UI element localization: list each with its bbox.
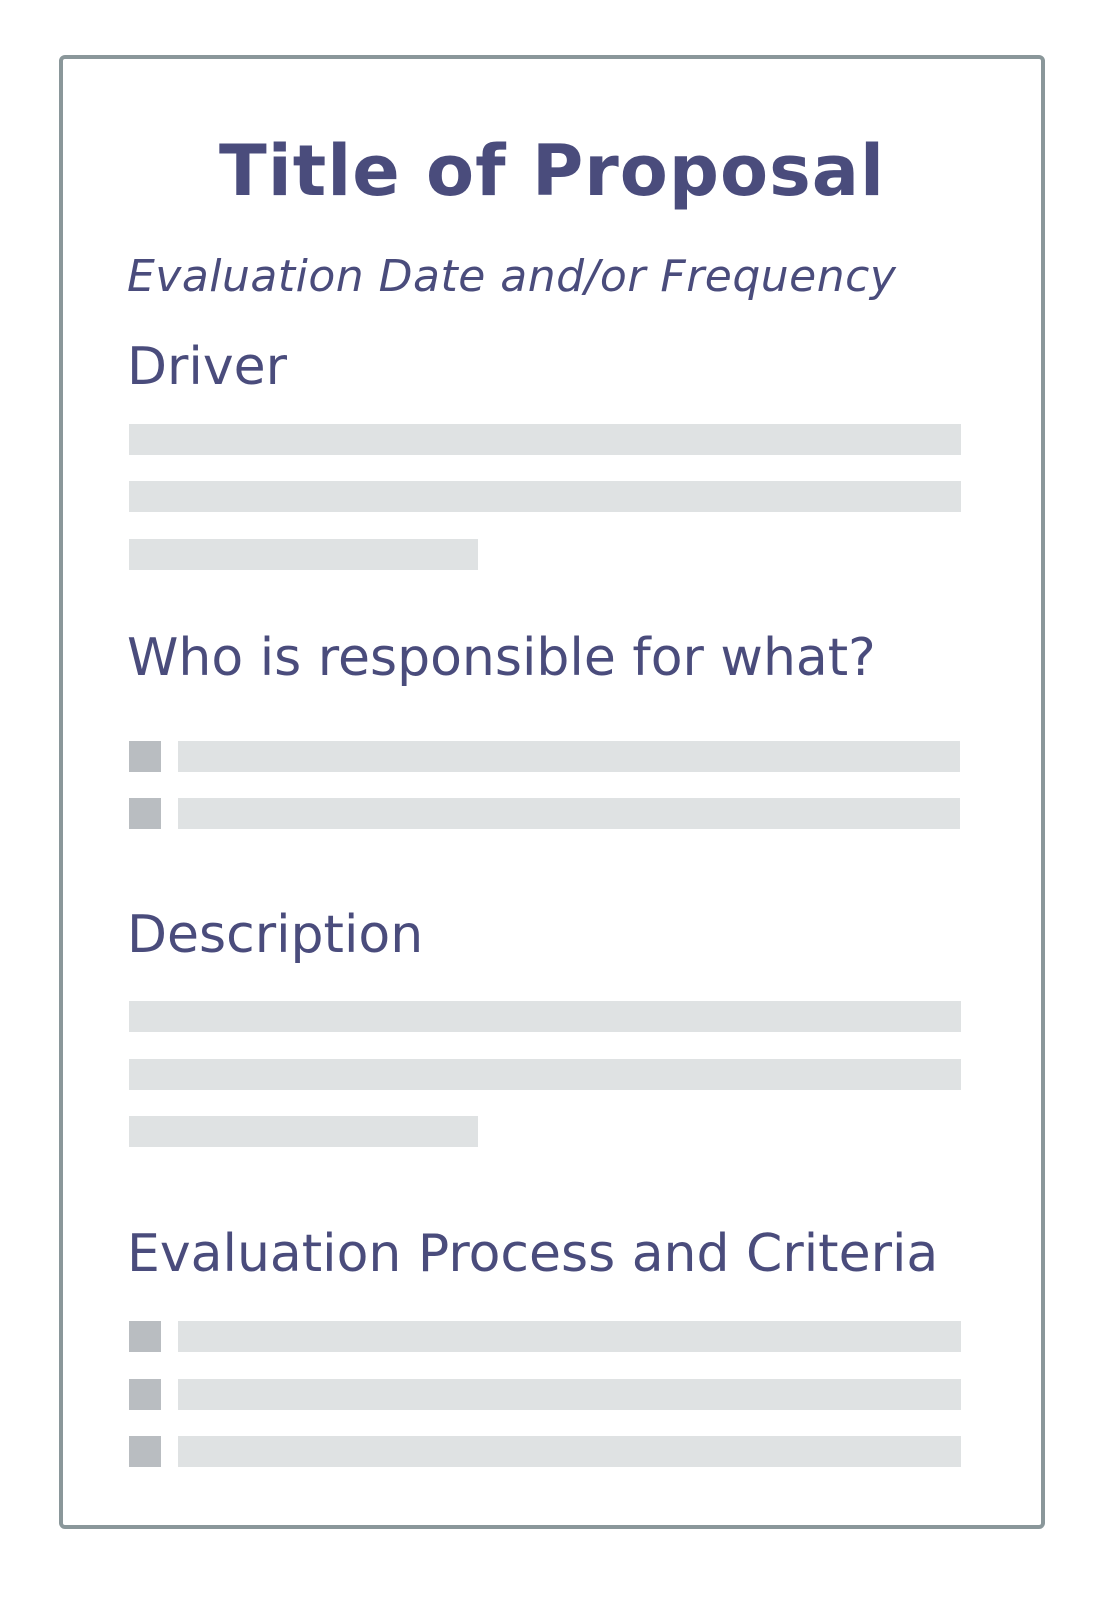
bullet-marker xyxy=(129,798,161,829)
placeholder-text-line xyxy=(129,1059,961,1090)
placeholder-list-line xyxy=(178,741,960,772)
placeholder-list-line xyxy=(178,1379,961,1410)
bullet-marker xyxy=(129,1321,161,1352)
section-heading-responsibilities: Who is responsible for what? xyxy=(127,628,876,688)
placeholder-text-line xyxy=(129,424,961,455)
evaluation-date-subtitle: Evaluation Date and/or Frequency xyxy=(127,251,897,302)
placeholder-text-line xyxy=(129,539,478,570)
placeholder-text-line xyxy=(129,1116,478,1147)
bullet-marker xyxy=(129,1436,161,1467)
placeholder-list-line xyxy=(178,1436,961,1467)
section-heading-evaluation-process: Evaluation Process and Criteria xyxy=(127,1224,939,1284)
bullet-marker xyxy=(129,741,161,772)
placeholder-text-line xyxy=(129,1001,961,1032)
proposal-card: Title of Proposal Evaluation Date and/or… xyxy=(59,55,1045,1529)
bullet-marker xyxy=(129,1379,161,1410)
section-heading-description: Description xyxy=(127,905,424,965)
placeholder-list-line xyxy=(178,798,960,829)
placeholder-text-line xyxy=(129,481,961,512)
placeholder-list-line xyxy=(178,1321,961,1352)
proposal-title: Title of Proposal xyxy=(219,130,885,212)
section-heading-driver: Driver xyxy=(127,337,288,397)
